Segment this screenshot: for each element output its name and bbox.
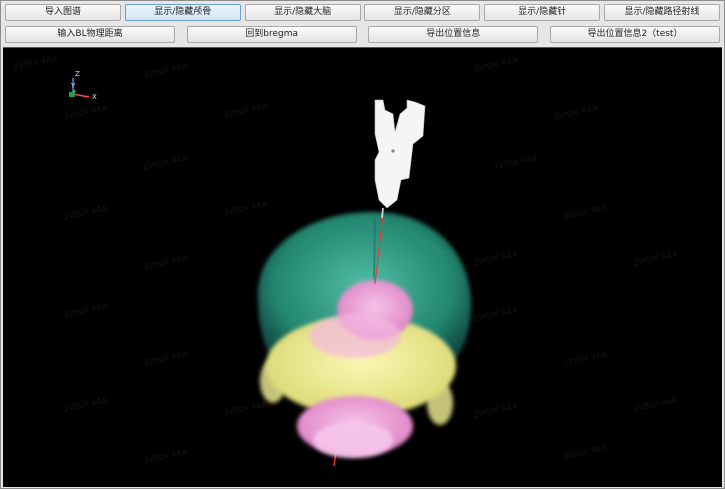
toolbar-row-2: 输入BL物理距离 回到bregma 导出位置信息 导出位置信息2（test） — [1, 23, 724, 45]
y-axis-label: Y — [71, 82, 76, 90]
needle-holder — [374, 99, 426, 219]
toggle-skull-button[interactable]: 显示/隐藏颅骨 — [124, 3, 241, 21]
x-axis-line — [72, 93, 90, 98]
z-axis-label: Z — [75, 70, 80, 78]
needle-body — [374, 99, 426, 209]
origin-marker — [69, 92, 75, 97]
input-bl-distance-button[interactable]: 输入BL物理距离 — [5, 25, 175, 43]
toggle-path-ray-button[interactable]: 显示/隐藏路径射线 — [603, 3, 720, 21]
app-window: 导入图谱 显示/隐藏颅骨 显示/隐藏大脑 显示/隐藏分区 显示/隐藏针 显示/隐… — [0, 0, 725, 489]
import-atlas-button[interactable]: 导入图谱 — [5, 3, 121, 21]
x-axis-label: X — [92, 93, 97, 101]
toggle-brain-button[interactable]: 显示/隐藏大脑 — [244, 3, 361, 21]
3d-viewport[interactable]: 2VISIX 4AA 2VISIX 4AA 2VISIX 4AA 2VISIX … — [3, 47, 722, 487]
export-position-test-button[interactable]: 导出位置信息2（test） — [549, 25, 720, 43]
toggle-regions-button[interactable]: 显示/隐藏分区 — [364, 3, 481, 21]
midline — [373, 217, 376, 289]
toggle-needle-button[interactable]: 显示/隐藏针 — [484, 3, 601, 21]
brainstem-region — [313, 422, 393, 458]
needle-hole — [391, 149, 395, 153]
thalamus-region — [309, 314, 401, 358]
return-bregma-button[interactable]: 回到bregma — [186, 25, 357, 43]
brain-scene — [69, 78, 472, 467]
needle-tip — [381, 207, 384, 219]
export-position-button[interactable]: 导出位置信息 — [368, 25, 539, 43]
toolbar-row-1: 导入图谱 显示/隐藏颅骨 显示/隐藏大脑 显示/隐藏分区 显示/隐藏针 显示/隐… — [1, 1, 724, 23]
